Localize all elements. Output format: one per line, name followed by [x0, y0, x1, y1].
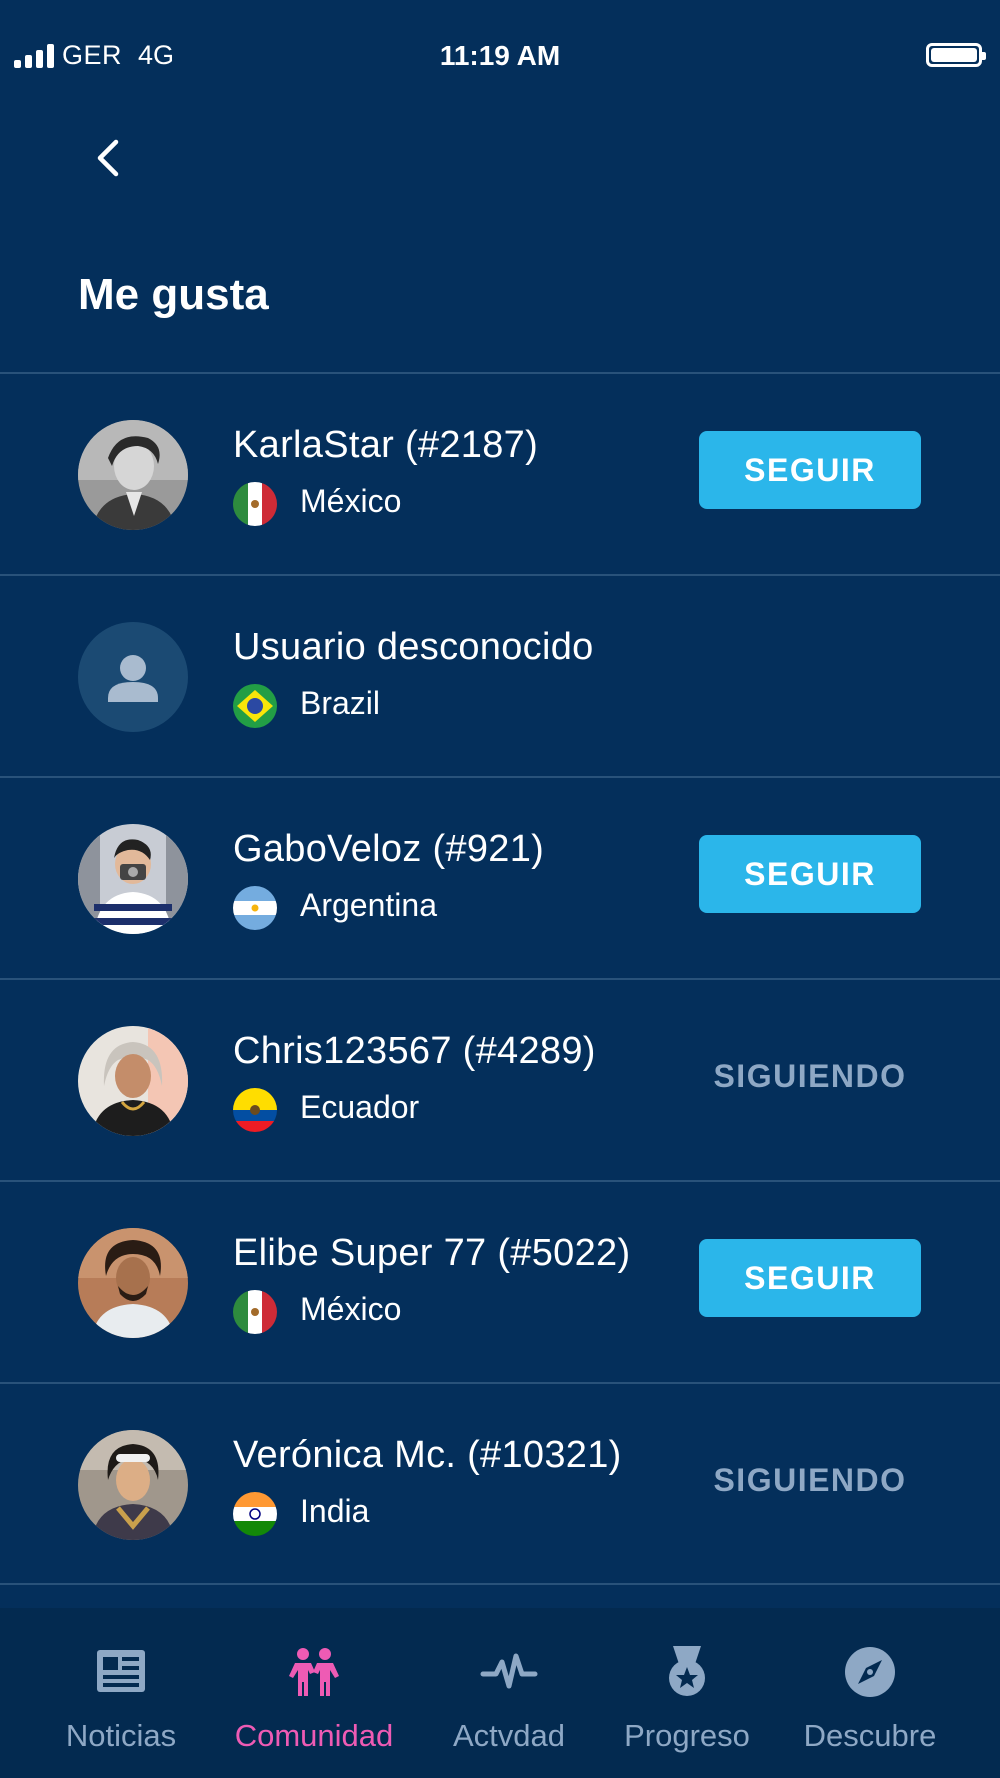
- avatar[interactable]: [78, 622, 188, 732]
- user-country: México: [300, 1291, 402, 1327]
- user-country: Argentina: [300, 887, 437, 923]
- person-placeholder-icon: [108, 655, 158, 702]
- chevron-left-icon: [97, 139, 119, 177]
- user-country: México: [300, 483, 402, 519]
- india-flag-icon: [233, 1492, 277, 1536]
- user-country: India: [300, 1493, 370, 1529]
- list-divider: [0, 1583, 1000, 1585]
- newspaper-icon: [91, 1642, 151, 1702]
- avatar[interactable]: [78, 1228, 188, 1338]
- mexico-flag-icon: [233, 482, 277, 526]
- avatar[interactable]: [78, 1430, 188, 1540]
- page-title: Me gusta: [78, 270, 269, 319]
- follow-button[interactable]: SEGUIR: [699, 431, 921, 509]
- tab-noticias[interactable]: Noticias: [21, 1608, 221, 1778]
- list-item[interactable]: Chris123567 (#4289) Ecuador SIGUIENDO: [0, 978, 1000, 1180]
- activity-pulse-icon: [479, 1642, 539, 1702]
- list-item[interactable]: Usuario desconocido Brazil: [0, 574, 1000, 776]
- status-time: 11:19 AM: [439, 40, 561, 71]
- ecuador-flag-icon: [233, 1088, 277, 1132]
- avatar[interactable]: [78, 420, 188, 530]
- brazil-flag-icon: [233, 684, 277, 728]
- mexico-flag-icon: [233, 1290, 277, 1334]
- likes-screen: GER 4G 11:19 AM Me gusta KarlaStar (#218…: [0, 0, 1000, 1778]
- user-name[interactable]: Elibe Super 77 (#5022): [233, 1232, 630, 1275]
- list-item[interactable]: GaboVeloz (#921) Argentina SEGUIR: [0, 776, 1000, 978]
- compass-icon: [840, 1642, 900, 1702]
- tab-progreso[interactable]: Progreso: [587, 1608, 787, 1778]
- argentina-flag-icon: [233, 886, 277, 930]
- avatar[interactable]: [78, 1026, 188, 1136]
- following-button[interactable]: SIGUIENDO: [699, 1037, 921, 1115]
- tab-label: Progreso: [624, 1718, 750, 1753]
- tab-label: Noticias: [65, 1718, 177, 1753]
- likes-list: KarlaStar (#2187) México SEGUIR Usuario …: [0, 372, 1000, 1584]
- user-name[interactable]: Verónica Mc. (#10321): [233, 1434, 622, 1477]
- list-item[interactable]: KarlaStar (#2187) México SEGUIR: [0, 372, 1000, 574]
- battery-icon: [926, 43, 986, 67]
- follow-button[interactable]: SEGUIR: [699, 835, 921, 913]
- community-icon: [284, 1642, 344, 1702]
- user-name[interactable]: KarlaStar (#2187): [233, 424, 538, 467]
- follow-button[interactable]: SEGUIR: [699, 1239, 921, 1317]
- status-bar: GER 4G 11:19 AM: [0, 0, 1000, 110]
- tab-label: Actvdad: [452, 1718, 565, 1753]
- user-country: Brazil: [300, 685, 381, 721]
- medal-icon: [657, 1642, 717, 1702]
- tab-actividad[interactable]: Actvdad: [409, 1608, 609, 1778]
- bottom-tab-bar: Noticias Comunidad Actvdad Progreso Desc…: [0, 1608, 1000, 1778]
- user-name[interactable]: Usuario desconocido: [233, 626, 594, 669]
- list-item[interactable]: Elibe Super 77 (#5022) México SEGUIR: [0, 1180, 1000, 1382]
- tab-comunidad[interactable]: Comunidad: [214, 1608, 414, 1778]
- user-country: Ecuador: [300, 1089, 420, 1125]
- user-name[interactable]: Chris123567 (#4289): [233, 1030, 596, 1073]
- back-button[interactable]: [88, 136, 132, 180]
- tab-descubre[interactable]: Descubre: [770, 1608, 970, 1778]
- following-button[interactable]: SIGUIENDO: [699, 1441, 921, 1519]
- list-item[interactable]: Verónica Mc. (#10321) India SIGUIENDO: [0, 1382, 1000, 1584]
- tab-label: Comunidad: [234, 1718, 394, 1753]
- user-name[interactable]: GaboVeloz (#921): [233, 828, 544, 871]
- tab-label: Descubre: [803, 1718, 937, 1753]
- avatar[interactable]: [78, 824, 188, 934]
